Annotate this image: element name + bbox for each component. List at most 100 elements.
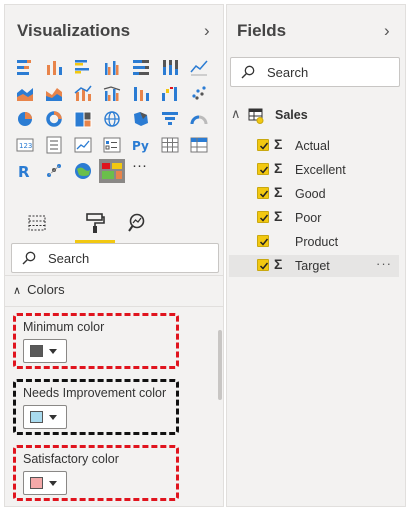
svg-text:123: 123 bbox=[19, 142, 32, 150]
paint-roller-icon bbox=[86, 213, 105, 233]
field-checkbox[interactable] bbox=[257, 211, 269, 223]
fields-title: Fields bbox=[237, 21, 287, 40]
100-stacked-column-chart-icon[interactable] bbox=[160, 57, 180, 77]
svg-text:Py: Py bbox=[132, 139, 149, 153]
satisfactory-color-setting: Satisfactory color bbox=[13, 445, 179, 501]
table-icon bbox=[248, 108, 264, 124]
analytics-magnifier-icon bbox=[128, 213, 145, 232]
tab-analytics[interactable] bbox=[123, 209, 151, 237]
field-checkbox[interactable] bbox=[257, 163, 269, 175]
kpi-icon[interactable] bbox=[73, 135, 93, 155]
pie-chart-icon[interactable] bbox=[15, 109, 35, 129]
collapse-fields-chevron-icon[interactable]: › bbox=[384, 21, 390, 41]
field-name: Poor bbox=[295, 211, 322, 225]
donut-chart-icon[interactable] bbox=[44, 109, 64, 129]
needs-improvement-color-picker[interactable] bbox=[23, 405, 67, 429]
chevron-up-icon: ∧ bbox=[231, 106, 241, 121]
table-sales[interactable]: ∧ Sales bbox=[229, 105, 399, 127]
clustered-column-chart-icon[interactable] bbox=[102, 57, 122, 77]
caret-down-icon bbox=[49, 349, 57, 354]
fields-search-input[interactable]: Search bbox=[230, 57, 400, 87]
key-influencers-icon[interactable] bbox=[44, 161, 64, 181]
caret-down-icon bbox=[49, 415, 57, 420]
field-name: Actual bbox=[295, 139, 330, 153]
table-visual-icon[interactable] bbox=[160, 135, 180, 155]
visualizations-search-input[interactable]: Search bbox=[11, 243, 219, 273]
tab-fields-wells[interactable] bbox=[23, 209, 51, 237]
satisfactory-color-picker[interactable] bbox=[23, 471, 67, 495]
scatter-chart-icon[interactable] bbox=[189, 83, 209, 103]
line-and-stacked-column-chart-icon[interactable] bbox=[73, 83, 93, 103]
satisfactory-color-swatch bbox=[30, 477, 43, 489]
stacked-bar-chart-icon[interactable] bbox=[15, 57, 35, 77]
field-checkbox[interactable] bbox=[257, 187, 269, 199]
table-name: Sales bbox=[275, 108, 308, 122]
colors-section-label: Colors bbox=[27, 282, 65, 297]
caret-down-icon bbox=[49, 481, 57, 486]
field-target[interactable]: Σ Target ··· bbox=[229, 255, 399, 277]
more-options-icon[interactable]: ··· bbox=[376, 256, 392, 271]
stacked-area-chart-icon[interactable] bbox=[44, 83, 64, 103]
minimum-color-setting: Minimum color bbox=[13, 313, 179, 369]
format-tabs bbox=[23, 209, 145, 245]
divider bbox=[5, 306, 223, 307]
100-stacked-bar-chart-icon[interactable] bbox=[131, 57, 151, 77]
field-product[interactable]: Product bbox=[229, 231, 399, 253]
filled-map-icon[interactable] bbox=[131, 109, 151, 129]
card-icon[interactable]: 123 bbox=[15, 135, 35, 155]
field-checkbox[interactable] bbox=[257, 235, 269, 247]
format-pane-scrollbar[interactable] bbox=[218, 330, 222, 400]
stacked-column-chart-icon[interactable] bbox=[44, 57, 64, 77]
python-visual-icon[interactable]: Py bbox=[131, 135, 151, 155]
map-globe-icon[interactable] bbox=[102, 109, 122, 129]
sigma-icon: Σ bbox=[274, 256, 283, 272]
needs-improvement-color-label: Needs Improvement color bbox=[23, 386, 167, 400]
area-chart-icon[interactable] bbox=[15, 83, 35, 103]
gauge-chart-icon[interactable] bbox=[189, 109, 209, 129]
satisfactory-color-label: Satisfactory color bbox=[23, 452, 119, 466]
divider bbox=[5, 275, 223, 276]
sigma-icon: Σ bbox=[274, 136, 283, 152]
field-excellent[interactable]: Σ Excellent bbox=[229, 159, 399, 181]
visualizations-pane: Visualizations › 123 Py R ··· Search ∧ C… bbox=[4, 4, 224, 507]
field-name: Excellent bbox=[295, 163, 346, 177]
field-name: Target bbox=[295, 259, 330, 273]
treemap-icon[interactable] bbox=[73, 109, 93, 129]
sigma-icon: Σ bbox=[274, 184, 283, 200]
funnel-chart-icon[interactable] bbox=[160, 109, 180, 129]
sigma-icon: Σ bbox=[274, 208, 283, 224]
minimum-color-picker[interactable] bbox=[23, 339, 67, 363]
slicer-icon[interactable] bbox=[102, 135, 122, 155]
collapse-visualizations-chevron-icon[interactable]: › bbox=[204, 21, 210, 41]
needs-improvement-color-setting: Needs Improvement color bbox=[13, 379, 179, 435]
matrix-visual-icon[interactable] bbox=[189, 135, 209, 155]
fields-wells-icon bbox=[28, 215, 46, 231]
more-visuals-ellipsis-icon[interactable]: ··· bbox=[132, 157, 147, 177]
svg-text:R: R bbox=[18, 163, 30, 181]
minimum-color-label: Minimum color bbox=[23, 320, 105, 334]
fields-pane: Fields › Search ∧ Sales Σ Actual Σ Excel… bbox=[226, 4, 406, 507]
line-and-clustered-column-chart-icon[interactable] bbox=[102, 83, 122, 103]
r-visual-icon[interactable]: R bbox=[15, 161, 35, 181]
search-icon bbox=[22, 251, 36, 265]
ribbon-chart-icon[interactable] bbox=[131, 83, 151, 103]
colors-section-header[interactable]: ∧ Colors bbox=[13, 282, 65, 297]
needs-improvement-color-swatch bbox=[30, 411, 43, 423]
search-icon bbox=[241, 65, 255, 79]
field-checkbox[interactable] bbox=[257, 139, 269, 151]
clustered-bar-chart-icon[interactable] bbox=[73, 57, 93, 77]
arcgis-map-icon[interactable] bbox=[73, 161, 93, 181]
selected-custom-visual-icon[interactable] bbox=[99, 159, 125, 183]
waterfall-chart-icon[interactable] bbox=[160, 83, 180, 103]
sigma-icon: Σ bbox=[274, 160, 283, 176]
field-name: Good bbox=[295, 187, 326, 201]
line-chart-icon[interactable] bbox=[189, 57, 209, 77]
visualizations-search-placeholder: Search bbox=[48, 251, 90, 266]
field-checkbox[interactable] bbox=[257, 259, 269, 271]
field-name: Product bbox=[295, 235, 339, 249]
field-good[interactable]: Σ Good bbox=[229, 183, 399, 205]
field-poor[interactable]: Σ Poor bbox=[229, 207, 399, 229]
field-actual[interactable]: Σ Actual bbox=[229, 135, 399, 157]
multi-row-card-icon[interactable] bbox=[44, 135, 64, 155]
tab-format-paint-roller[interactable] bbox=[81, 209, 109, 237]
